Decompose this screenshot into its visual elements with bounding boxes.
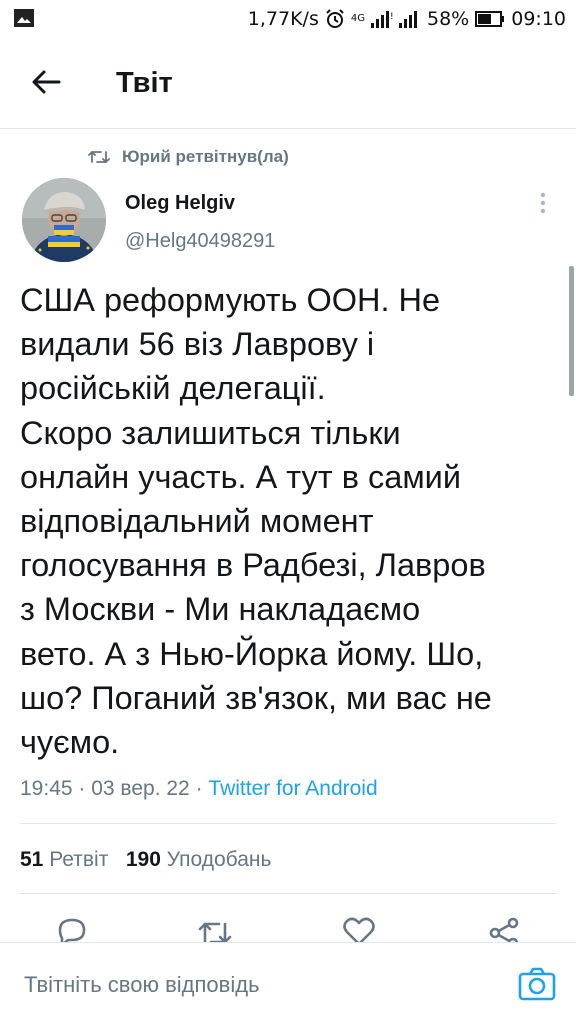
signal-2-icon xyxy=(399,11,417,28)
retweets-count: 51 xyxy=(20,848,44,871)
more-options-button[interactable] xyxy=(530,188,556,218)
header: Твіт xyxy=(0,38,576,129)
tweet-source-link[interactable]: Twitter for Android xyxy=(208,777,377,800)
like-icon[interactable] xyxy=(341,916,377,942)
vertical-dots-icon xyxy=(540,192,546,214)
clock: 09:10 xyxy=(511,8,566,30)
likes-count: 190 xyxy=(125,848,161,871)
reply-input[interactable]: Твітніть свою відповідь xyxy=(24,971,260,999)
retweet-banner: Юрий ретвітнув(ла) xyxy=(88,145,289,169)
tweet-text: США реформують ООН. Не видали 56 віз Лав… xyxy=(20,282,492,761)
avatar[interactable] xyxy=(22,178,106,262)
author-name[interactable]: Oleg Helgiv xyxy=(125,190,235,216)
signal-1-icon: ! xyxy=(371,11,393,28)
retweets-stat[interactable]: 51 Ретвіт xyxy=(20,848,108,871)
back-button[interactable] xyxy=(26,62,66,102)
reply-bar: Твітніть свою відповідь xyxy=(0,942,576,1025)
alarm-icon xyxy=(326,9,344,28)
arrow-left-icon xyxy=(32,70,61,94)
gallery-notification-icon xyxy=(14,9,34,27)
battery-icon xyxy=(475,11,505,27)
retweet-label[interactable]: Юрий ретвітнув(ла) xyxy=(122,146,289,168)
network-speed: 1,77K/s xyxy=(247,8,319,30)
tweet-time: 19:45 xyxy=(20,777,73,800)
likes-label: Уподобань xyxy=(166,848,272,871)
meta-separator: · xyxy=(189,777,209,800)
retweets-label: Ретвіт xyxy=(49,848,109,871)
share-icon[interactable] xyxy=(486,916,522,942)
camera-icon[interactable] xyxy=(518,967,556,1001)
scrollbar-thumb[interactable] xyxy=(569,266,574,396)
divider xyxy=(20,893,556,894)
likes-stat[interactable]: 190 Уподобань xyxy=(126,848,272,871)
battery-percent: 58% xyxy=(427,8,470,30)
svg-text:!: ! xyxy=(390,12,393,22)
network-type: 4G xyxy=(350,13,365,24)
status-bar: 1,77K/s 4G ! 58% 09:10 xyxy=(0,0,576,38)
retweet-small-icon xyxy=(88,151,110,163)
tweet-date: 03 вер. 22 xyxy=(91,777,190,800)
avatar-photo xyxy=(22,178,106,262)
action-bar xyxy=(0,912,576,942)
retweet-icon[interactable] xyxy=(197,916,233,942)
page-title: Твіт xyxy=(116,67,173,99)
tweet-stats: 51 Ретвіт 190 Уподобань xyxy=(20,846,271,874)
divider xyxy=(20,823,556,824)
author-handle[interactable]: @Helg40498291 xyxy=(125,228,275,254)
tweet-meta: 19:45 · 03 вер. 22 · Twitter for Android xyxy=(20,775,378,803)
reply-icon[interactable] xyxy=(54,916,90,942)
meta-separator: · xyxy=(72,777,92,800)
